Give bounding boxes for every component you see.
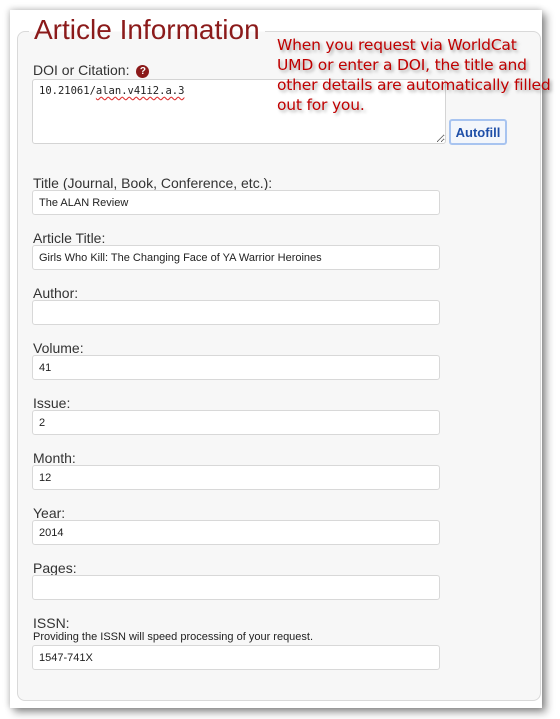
doi-label-text: DOI or Citation:	[33, 62, 130, 78]
issn-hint: Providing the ISSN will speed processing…	[33, 631, 314, 643]
section-title: Article Information	[29, 14, 265, 46]
pages-label: Pages:	[33, 560, 77, 576]
autofill-callout: When you request via WorldCat UMD or ent…	[277, 36, 551, 114]
pages-input[interactable]	[32, 575, 440, 600]
question-circle-icon[interactable]: ?	[136, 65, 150, 78]
year-label: Year:	[33, 505, 66, 521]
article-title-input[interactable]	[32, 245, 440, 270]
doi-label: DOI or Citation: ?	[33, 62, 150, 78]
month-input[interactable]	[32, 465, 440, 490]
volume-input[interactable]	[32, 355, 440, 380]
issue-label: Issue:	[33, 395, 71, 411]
article-title-label: Article Title:	[33, 230, 106, 246]
volume-label: Volume:	[33, 340, 84, 356]
journal-title-input[interactable]	[32, 190, 440, 215]
issn-input[interactable]	[32, 645, 440, 670]
issn-label: ISSN:	[33, 615, 70, 631]
year-input[interactable]	[32, 520, 440, 545]
journal-title-label: Title (Journal, Book, Conference, etc.):	[33, 175, 273, 191]
autofill-button[interactable]: Autofill	[449, 119, 507, 145]
issue-input[interactable]	[32, 410, 440, 435]
author-input[interactable]	[32, 300, 440, 325]
author-label: Author:	[33, 285, 79, 301]
month-label: Month:	[33, 450, 76, 466]
